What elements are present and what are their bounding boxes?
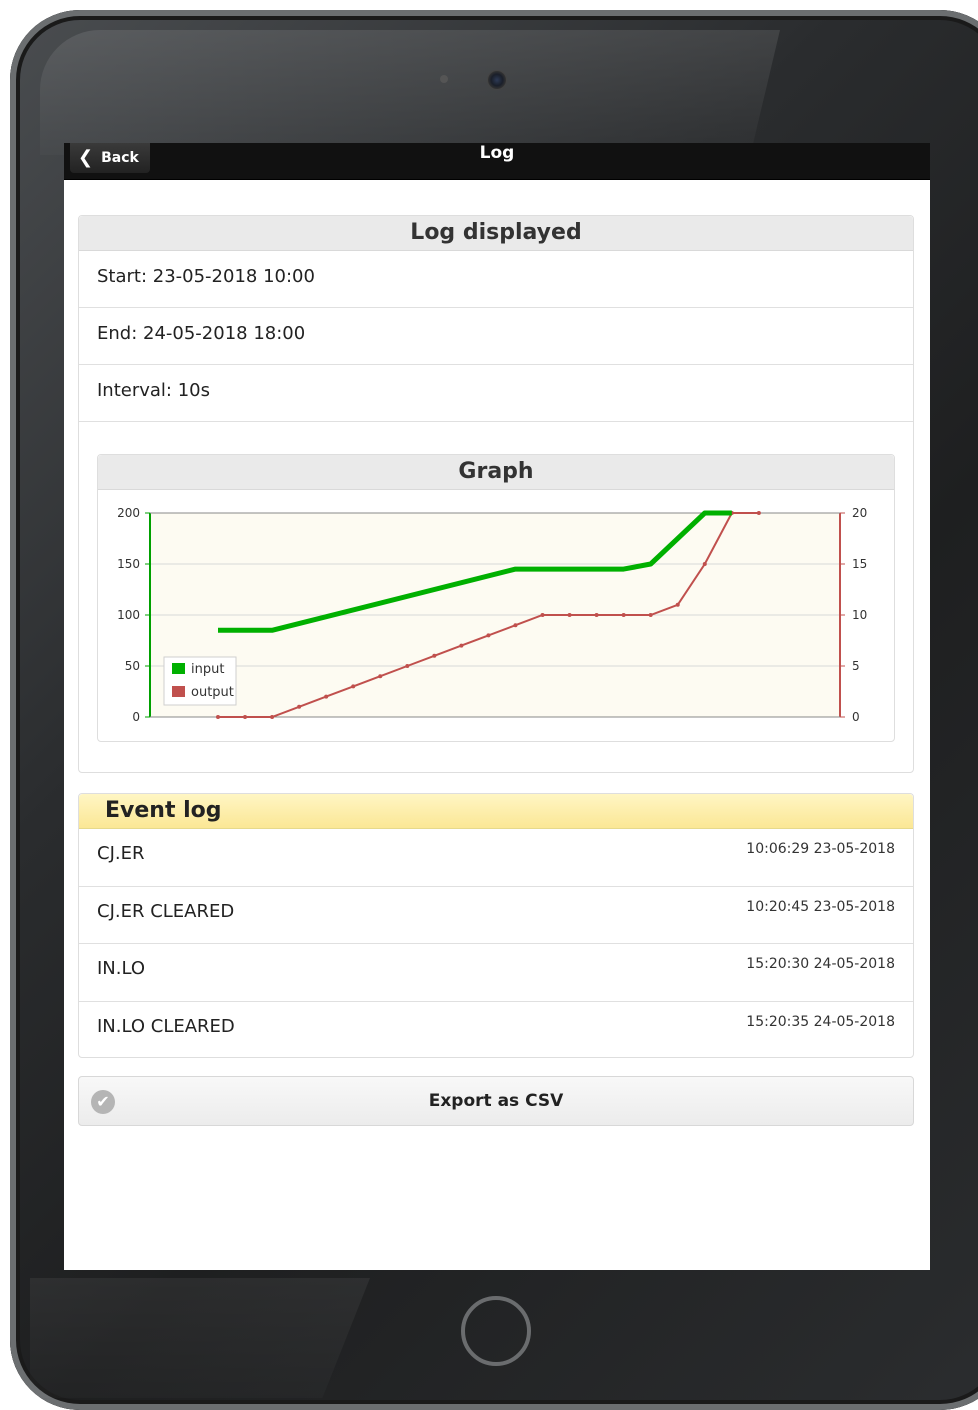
home-button[interactable]: [461, 1296, 531, 1366]
data-point-output: [648, 613, 653, 617]
log-start-row: Start: 23-05-2018 10:00: [79, 251, 913, 308]
event-log-title: Event log: [79, 794, 913, 829]
event-name: CJ.ER CLEARED: [97, 900, 235, 922]
export-label: Export as CSV: [428, 1091, 564, 1111]
data-point-output: [405, 664, 410, 668]
data-point-output: [621, 613, 626, 617]
tablet-shine: [40, 30, 780, 155]
legend-swatch: [172, 686, 185, 697]
event-name: IN.LO: [97, 958, 146, 979]
data-point-output: [432, 653, 437, 658]
legend-label: output: [191, 685, 234, 700]
log-interval-row: Interval: 10s: [79, 365, 913, 422]
left-tick-label: 200: [117, 506, 140, 520]
event-row[interactable]: IN.LO CLEARED 15:20:35 24-05-2018: [79, 1002, 913, 1060]
top-bar: ❮ Back Log: [64, 143, 930, 180]
graph-panel: Graph 0 50 100 150 200 0 5 10 15 20 input output: [97, 454, 895, 742]
event-name: CJ.ER: [97, 843, 145, 864]
event-row[interactable]: IN.LO 15:20:30 24-05-2018: [79, 944, 913, 1002]
right-tick-label: 15: [852, 557, 867, 571]
data-point-output: [540, 613, 545, 617]
right-tick-label: 20: [852, 506, 867, 520]
left-tick-label: 100: [117, 608, 140, 622]
page-title: Log: [479, 143, 515, 163]
data-point-output: [378, 674, 383, 679]
event-name: IN.LO CLEARED: [97, 1015, 235, 1037]
data-point-output: [324, 694, 329, 699]
left-tick-label: 150: [117, 557, 140, 571]
event-log-panel: Event log CJ.ER 10:06:29 23-05-2018 CJ.E…: [78, 793, 914, 1058]
log-panel: Log displayed Start: 23-05-2018 10:00 En…: [78, 215, 914, 773]
data-point-output: [216, 715, 220, 719]
log-end-row: End: 24-05-2018 18:00: [79, 308, 913, 365]
data-point-output: [243, 715, 248, 719]
data-point-output: [270, 715, 275, 719]
data-point-output: [567, 613, 572, 617]
right-tick-label: 5: [852, 659, 860, 673]
data-point-output: [594, 613, 599, 617]
event-time: 15:20:30 24-05-2018: [746, 956, 895, 972]
left-tick-label: 50: [125, 659, 140, 673]
event-row[interactable]: CJ.ER CLEARED 10:20:45 23-05-2018: [79, 887, 913, 944]
tablet-camera: [487, 70, 507, 90]
event-time: 10:20:45 23-05-2018: [746, 898, 895, 915]
data-point-output: [459, 643, 464, 648]
left-tick-label: 0: [132, 710, 140, 724]
log-chart: 0 50 100 150 200 0 5 10 15 20 input output: [117, 506, 867, 724]
right-tick-label: 10: [852, 608, 867, 622]
data-point-output: [513, 623, 518, 628]
log-panel-title: Log displayed: [79, 216, 913, 251]
screen: ❮ Back Log Log displayed Start: 23-05-20…: [64, 143, 930, 1270]
tablet-shine-bottom: [30, 1278, 370, 1398]
graph-title: Graph: [98, 455, 894, 490]
data-point-output: [675, 602, 680, 607]
export-csv-button[interactable]: ✔ Export as CSV: [78, 1076, 914, 1126]
right-tick-label: 0: [852, 710, 860, 724]
event-time: 15:20:35 24-05-2018: [746, 1013, 895, 1030]
data-point-output: [297, 704, 302, 709]
event-time: 10:06:29 23-05-2018: [746, 841, 895, 857]
data-point-output: [351, 684, 356, 689]
data-point-output: [486, 633, 491, 638]
tablet-sensor: [440, 75, 448, 83]
data-point-output: [756, 511, 761, 515]
event-row[interactable]: CJ.ER 10:06:29 23-05-2018: [79, 829, 913, 887]
data-point-output: [702, 562, 707, 566]
legend-swatch: [172, 663, 185, 674]
legend-label: input: [191, 662, 224, 677]
